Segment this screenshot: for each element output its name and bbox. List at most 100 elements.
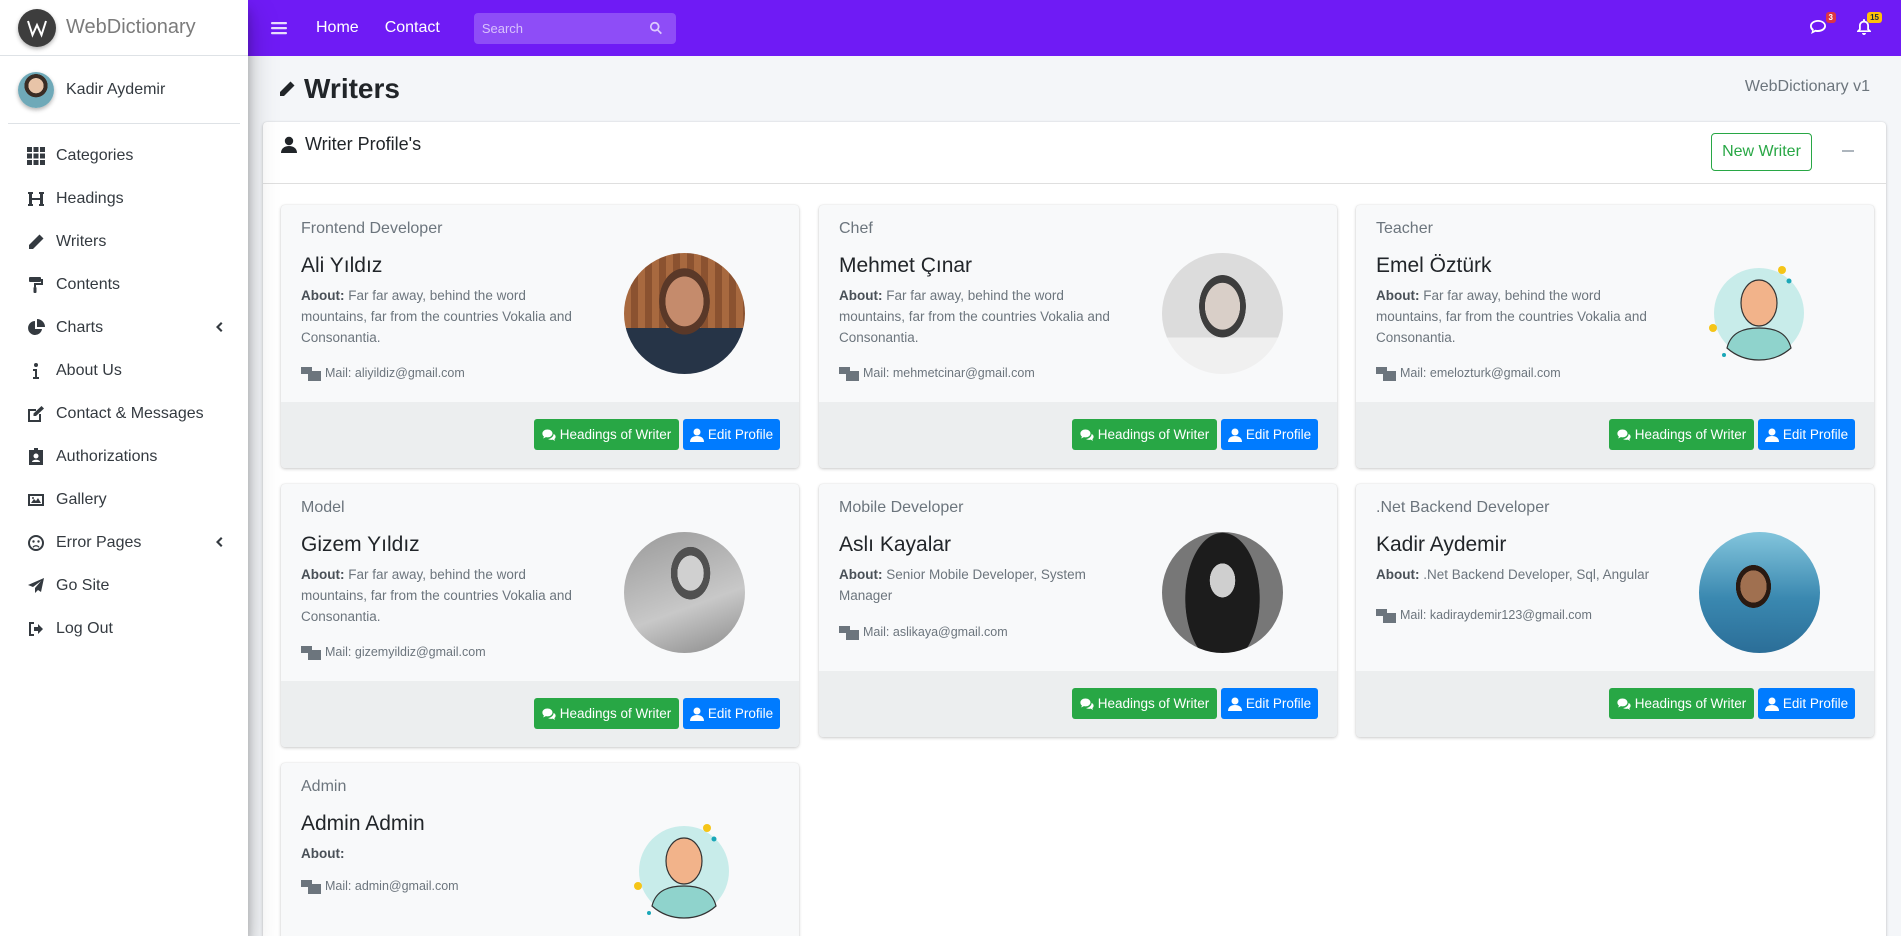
- headings-of-writer-button[interactable]: Headings of Writer: [1072, 419, 1217, 450]
- headings-of-writer-button[interactable]: Headings of Writer: [534, 419, 679, 450]
- card-title: Writer Profile's: [281, 134, 421, 155]
- writer-profiles-card: Writer Profile's New Writer Frontend Dev…: [263, 122, 1886, 936]
- sidebar-item-label: Error Pages: [56, 533, 142, 551]
- sidebar-item-contact-messages[interactable]: Contact & Messages: [0, 392, 248, 435]
- messages-count-badge: 3: [1825, 12, 1836, 23]
- sidebar-item-gallery[interactable]: Gallery: [0, 478, 248, 521]
- button-label: Edit Profile: [1245, 696, 1312, 711]
- mail-bulk-icon: [839, 626, 859, 640]
- writer-photo: [624, 253, 745, 374]
- paper-plane-icon: [26, 576, 46, 596]
- nav-link-contact[interactable]: Contact: [385, 19, 440, 37]
- writer-about: About:: [301, 843, 577, 864]
- writer-mail: Mail: kadiraydemir123@gmail.com: [1376, 607, 1592, 623]
- avatar: [18, 71, 54, 108]
- edit-profile-button[interactable]: Edit Profile: [1221, 419, 1318, 450]
- edit-profile-button[interactable]: Edit Profile: [1221, 688, 1318, 719]
- sidebar-item-contents[interactable]: Contents: [0, 263, 248, 306]
- writer-name: Ali Yıldız: [301, 254, 383, 277]
- user-panel[interactable]: Kadir Aydemir: [8, 56, 240, 124]
- writer-card: Admin Admin Admin About: Mail: admin@gma…: [281, 763, 799, 936]
- writer-role: Model: [301, 499, 345, 516]
- chevron-left-icon: [212, 535, 226, 549]
- sidebar-item-label: Contents: [56, 275, 121, 293]
- comments-icon: [1617, 698, 1631, 710]
- content-wrapper: Writers WebDictionary v1 Writer Profile'…: [248, 56, 1901, 936]
- writer-name: Gizem Yıldız: [301, 533, 420, 556]
- sidebar-item-authorizations[interactable]: Authorizations: [0, 435, 248, 478]
- sidebar-item-error-pages[interactable]: Error Pages: [0, 521, 248, 564]
- mail-text: Mail: aliyildiz@gmail.com: [325, 366, 465, 380]
- brand-logo: [18, 8, 56, 47]
- writer-mail: Mail: aliyildiz@gmail.com: [301, 365, 465, 381]
- headings-of-writer-button[interactable]: Headings of Writer: [534, 698, 679, 729]
- sidebar-item-label: Log Out: [56, 619, 113, 637]
- comments-icon: [1080, 698, 1094, 710]
- user-icon: [1227, 428, 1242, 442]
- edit-icon: [26, 404, 46, 424]
- edit-profile-button[interactable]: Edit Profile: [683, 698, 780, 729]
- sidebar-item-charts[interactable]: Charts: [0, 306, 248, 349]
- about-text: .Net Backend Developer, Sql, Angular: [1423, 567, 1650, 582]
- sidebar-item-label: Charts: [56, 318, 104, 336]
- card-header: Writer Profile's New Writer: [263, 122, 1886, 184]
- sidebar-item-label: Contact & Messages: [56, 404, 204, 422]
- button-label: Headings of Writer: [1097, 696, 1210, 711]
- brand-link[interactable]: WebDictionary: [0, 0, 248, 56]
- nav-link-home[interactable]: Home: [316, 19, 359, 37]
- sidebar-item-go-site[interactable]: Go Site: [0, 564, 248, 607]
- sidebar-item-about-us[interactable]: About Us: [0, 349, 248, 392]
- writer-mail: Mail: gizemyildiz@gmail.com: [301, 644, 486, 660]
- button-label: Headings of Writer: [1634, 427, 1747, 442]
- sidebar-item-label: Go Site: [56, 576, 110, 594]
- notifications-button[interactable]: 15: [1855, 12, 1882, 38]
- sidebar-item-label: Writers: [56, 232, 107, 250]
- writer-role: .Net Backend Developer: [1376, 499, 1550, 516]
- writer-about: About: .Net Backend Developer, Sql, Angu…: [1376, 564, 1652, 585]
- headings-of-writer-button[interactable]: Headings of Writer: [1609, 688, 1754, 719]
- writer-mail: Mail: mehmetcinar@gmail.com: [839, 365, 1035, 381]
- messages-button[interactable]: 3: [1809, 12, 1836, 38]
- writer-card: Mobile Developer Aslı Kayalar About: Sen…: [819, 484, 1337, 737]
- sidebar-item-categories[interactable]: Categories: [0, 134, 248, 177]
- button-label: Edit Profile: [707, 427, 774, 442]
- sidebar-item-label: Gallery: [56, 490, 107, 508]
- mail-bulk-icon: [301, 880, 321, 894]
- notifications-count-badge: 15: [1867, 12, 1882, 23]
- mail-bulk-icon: [839, 367, 859, 381]
- hamburger-menu-icon[interactable]: [270, 19, 288, 37]
- collapse-minus-icon[interactable]: [1841, 144, 1855, 158]
- card-footer: Headings of Writer Edit Profile: [819, 671, 1337, 737]
- info-icon: [26, 361, 46, 381]
- headings-of-writer-button[interactable]: Headings of Writer: [1072, 688, 1217, 719]
- user-name[interactable]: Kadir Aydemir: [66, 81, 165, 99]
- mail-text: Mail: aslikaya@gmail.com: [863, 625, 1008, 639]
- sidebar-item-headings[interactable]: Headings: [0, 177, 248, 220]
- writer-name: Kadir Aydemir: [1376, 533, 1507, 556]
- new-writer-button[interactable]: New Writer: [1711, 133, 1812, 171]
- about-label: About:: [1376, 288, 1420, 303]
- search-input[interactable]: [473, 12, 640, 44]
- writer-role: Teacher: [1376, 220, 1433, 237]
- sidebar-item-log-out[interactable]: Log Out: [0, 607, 248, 650]
- pen-icon: [280, 81, 295, 96]
- sidebar-item-writers[interactable]: Writers: [0, 220, 248, 263]
- search-button[interactable]: [640, 13, 672, 44]
- sidebar-item-label: Authorizations: [56, 447, 158, 465]
- comments-icon: [1617, 429, 1631, 441]
- headings-of-writer-button[interactable]: Headings of Writer: [1609, 419, 1754, 450]
- button-label: Edit Profile: [1782, 427, 1849, 442]
- writer-name: Aslı Kayalar: [839, 533, 952, 556]
- writer-role: Mobile Developer: [839, 499, 964, 516]
- writer-card: .Net Backend Developer Kadir Aydemir Abo…: [1356, 484, 1874, 737]
- writer-about: About: Far far away, behind the word mou…: [1376, 285, 1652, 348]
- default-avatar: [1699, 253, 1820, 374]
- chevron-left-icon: [212, 320, 226, 334]
- navbar-right: 3 15: [1809, 0, 1901, 56]
- writer-photo: [1699, 532, 1820, 653]
- writer-photo: [624, 532, 745, 653]
- edit-profile-button[interactable]: Edit Profile: [683, 419, 780, 450]
- edit-profile-button[interactable]: Edit Profile: [1758, 419, 1855, 450]
- edit-profile-button[interactable]: Edit Profile: [1758, 688, 1855, 719]
- writer-about: About: Far far away, behind the word mou…: [839, 285, 1115, 348]
